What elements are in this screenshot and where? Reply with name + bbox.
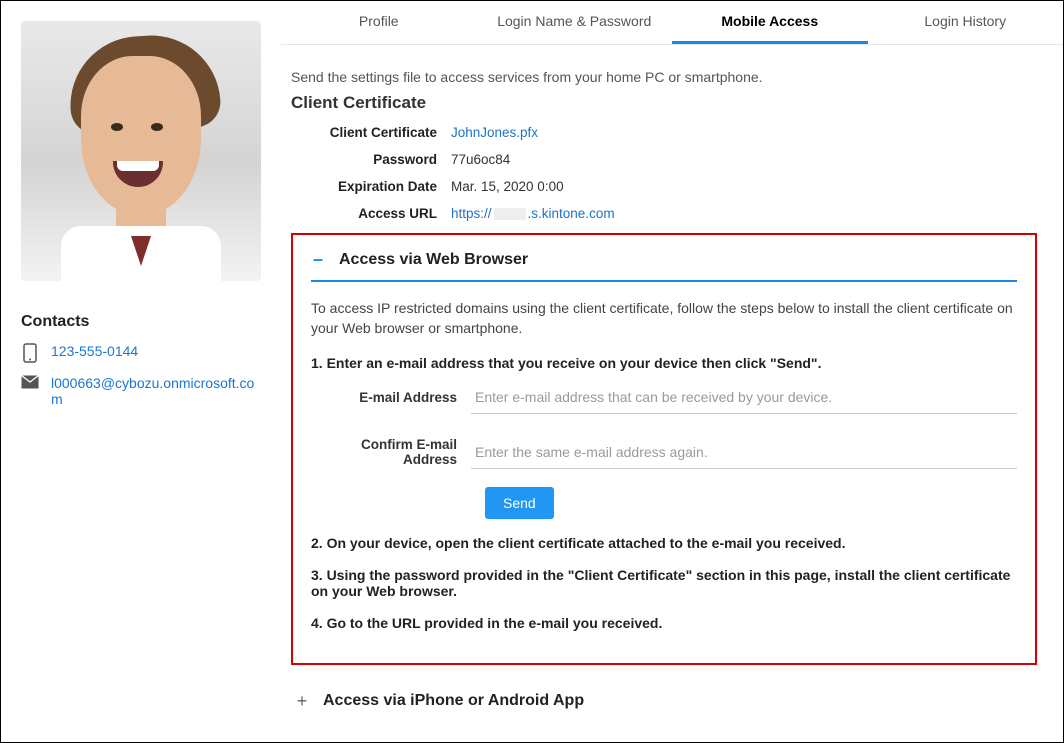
email-field-label: E-mail Address	[311, 390, 471, 405]
email-field[interactable]	[471, 381, 1017, 414]
collapse-icon: –	[311, 249, 325, 270]
avatar	[21, 21, 261, 281]
cert-file-link[interactable]: JohnJones.pfx	[451, 125, 538, 140]
step-4: 4. Go to the URL provided in the e-mail …	[311, 615, 1017, 631]
step-2: 2. On your device, open the client certi…	[311, 535, 1017, 551]
tab-login-name-password[interactable]: Login Name & Password	[477, 1, 673, 44]
access-url-masked	[494, 208, 526, 220]
access-url-suffix: .s.kintone.com	[528, 206, 615, 221]
access-url-prefix: https://	[451, 206, 492, 221]
app-panel-header[interactable]: + Access via iPhone or Android App	[295, 691, 1037, 712]
tab-mobile-access[interactable]: Mobile Access	[672, 1, 868, 44]
browser-panel-desc: To access IP restricted domains using th…	[311, 298, 1017, 339]
phone-link[interactable]: 123-555-0144	[51, 343, 138, 359]
tab-login-history[interactable]: Login History	[868, 1, 1064, 44]
mail-icon	[21, 375, 39, 389]
client-certificate-heading: Client Certificate	[291, 93, 1037, 113]
access-via-browser-panel: – Access via Web Browser To access IP re…	[291, 233, 1037, 665]
app-panel-title: Access via iPhone or Android App	[323, 692, 584, 710]
cert-url-label: Access URL	[291, 206, 451, 221]
cert-file-label: Client Certificate	[291, 125, 451, 140]
step-3: 3. Using the password provided in the "C…	[311, 567, 1017, 599]
phone-icon	[21, 343, 39, 363]
expand-icon: +	[295, 691, 309, 712]
confirm-email-field[interactable]	[471, 436, 1017, 469]
access-url-link[interactable]: https:// .s.kintone.com	[451, 206, 615, 221]
browser-panel-header[interactable]: – Access via Web Browser	[311, 249, 1017, 282]
browser-panel-title: Access via Web Browser	[339, 251, 528, 269]
email-link[interactable]: l000663@cybozu.onmicrosoft.com	[51, 375, 261, 407]
cert-expiration-value: Mar. 15, 2020 0:00	[451, 179, 564, 194]
confirm-email-field-label: Confirm E-mail Address	[311, 437, 471, 467]
cert-password-value: 77u6oc84	[451, 152, 510, 167]
tabs: Profile Login Name & Password Mobile Acc…	[281, 1, 1063, 45]
intro-text: Send the settings file to access service…	[291, 69, 1037, 85]
cert-password-label: Password	[291, 152, 451, 167]
contacts-heading: Contacts	[21, 313, 261, 331]
send-button[interactable]: Send	[485, 487, 554, 519]
tab-profile[interactable]: Profile	[281, 1, 477, 44]
cert-expiration-label: Expiration Date	[291, 179, 451, 194]
step-1: 1. Enter an e-mail address that you rece…	[311, 355, 1017, 371]
